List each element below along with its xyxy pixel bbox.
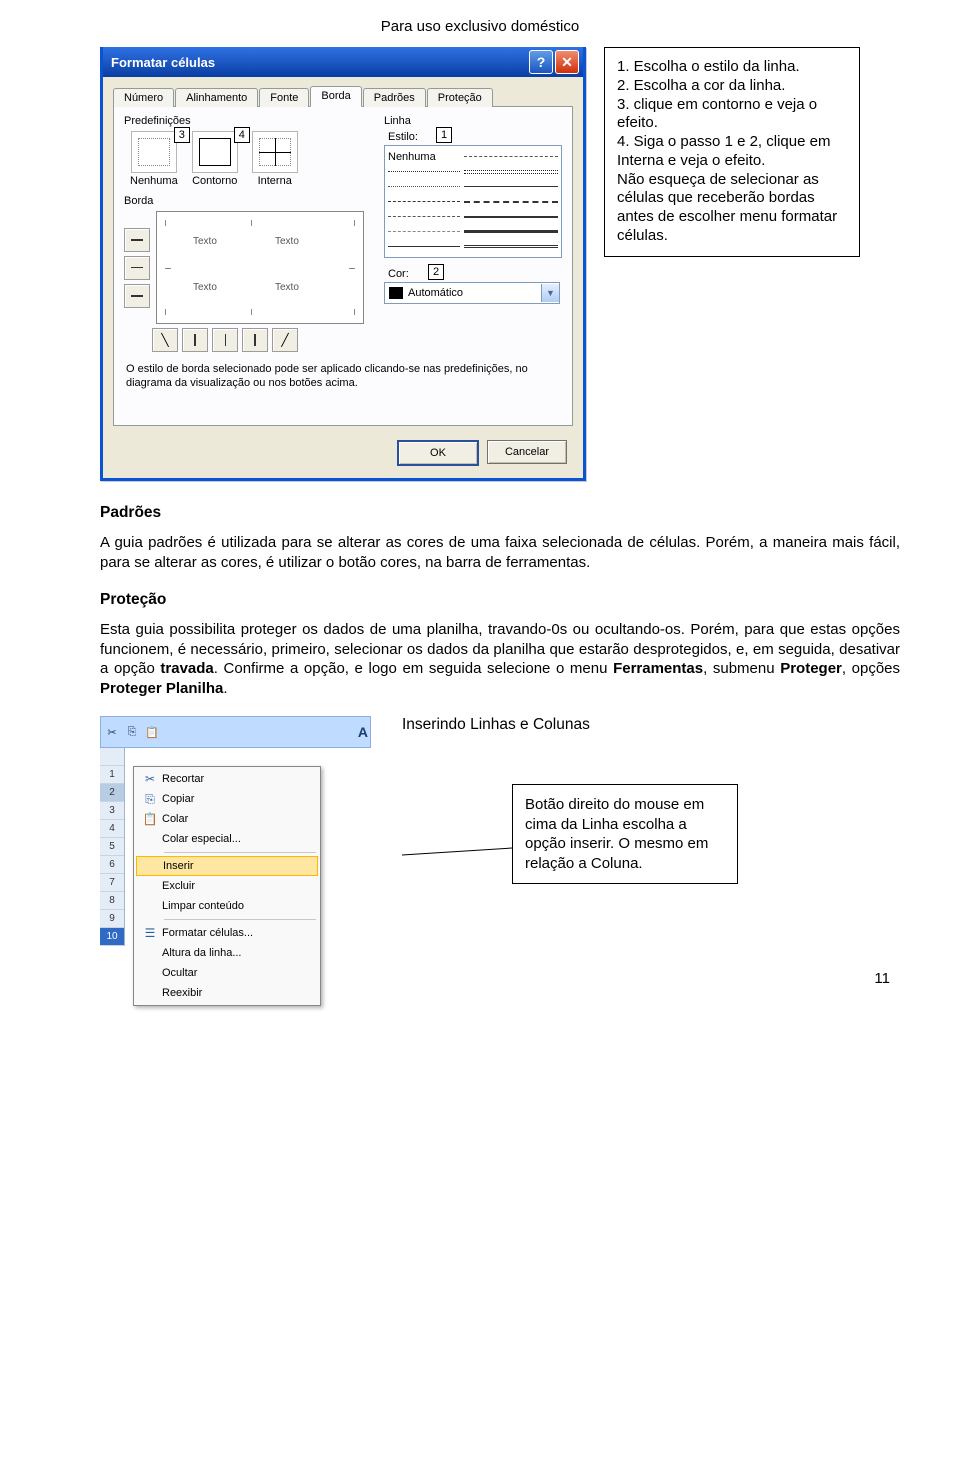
color-swatch-icon xyxy=(389,287,403,299)
instruction-line: Não esqueça de selecionar as células que… xyxy=(617,171,847,246)
pointer-line-icon xyxy=(402,740,512,880)
menu-item-recortar[interactable]: ✂Recortar xyxy=(136,769,318,789)
border-preview: Texto Texto Texto Texto xyxy=(156,211,364,324)
copy-icon[interactable]: ⎘ xyxy=(123,723,141,741)
border-diag-down-button[interactable]: ╲ xyxy=(152,328,178,352)
predef-label: Predefinições xyxy=(124,115,370,127)
borda-label: Borda xyxy=(124,195,370,207)
instruction-line: 1. Escolha o estilo da linha. xyxy=(617,58,847,77)
menu-item-colar-especial[interactable]: Colar especial... xyxy=(136,829,318,849)
preset-outline-label: Contorno xyxy=(192,175,238,187)
tab-padroes[interactable]: Padrões xyxy=(363,88,426,107)
heading-padroes: Padrões xyxy=(100,503,900,523)
cut-icon: ✂ xyxy=(138,772,162,786)
preset-none-label: Nenhuma xyxy=(130,175,178,187)
style-none-option[interactable]: Nenhuma xyxy=(388,151,460,163)
border-diag-up-button[interactable]: ╱ xyxy=(272,328,298,352)
preset-inside[interactable]: Interna 4 xyxy=(252,131,298,187)
menu-item-excluir[interactable]: Excluir xyxy=(136,876,318,896)
menu-item-copiar[interactable]: ⎘Copiar xyxy=(136,789,318,809)
linha-label: Linha xyxy=(384,115,562,127)
paragraph: Esta guia possibilita proteger os dados … xyxy=(100,620,900,698)
callout-4: 4 xyxy=(234,127,250,143)
callout-inserir: Botão direito do mouse em cima da Linha … xyxy=(512,784,738,884)
tab-borda[interactable]: Borda xyxy=(310,86,361,107)
context-menu-screenshot: ✂ ⎘ 📋 A 12345678910 ✂Recortar ⎘Copiar 📋C… xyxy=(100,716,370,946)
instruction-line: 3. clique em contorno e veja o efeito. xyxy=(617,96,847,134)
menu-item-limpar[interactable]: Limpar conteúdo xyxy=(136,896,318,916)
border-middle-h-button[interactable] xyxy=(124,256,150,280)
menu-item-colar[interactable]: 📋Colar xyxy=(136,809,318,829)
border-right-button[interactable] xyxy=(242,328,268,352)
callout-1: 1 xyxy=(436,127,452,143)
copy-icon: ⎘ xyxy=(138,792,162,807)
help-button[interactable]: ? xyxy=(529,50,553,74)
line-style-list[interactable]: Nenhuma xyxy=(384,145,562,258)
tab-protecao[interactable]: Proteção xyxy=(427,88,493,107)
chevron-down-icon: ▼ xyxy=(541,284,559,302)
border-top-button[interactable] xyxy=(124,228,150,252)
preview-cell: Texto xyxy=(193,236,217,247)
format-cells-dialog: Formatar células ? ✕ Número Alinhamento … xyxy=(100,47,586,481)
heading-inserindo: Inserindo Linhas e Colunas xyxy=(402,716,900,734)
ok-button[interactable]: OK xyxy=(397,440,479,466)
tab-fonte[interactable]: Fonte xyxy=(259,88,309,107)
estilo-label: Estilo: xyxy=(388,131,418,143)
border-middle-v-button[interactable] xyxy=(212,328,238,352)
tab-alinhamento[interactable]: Alinhamento xyxy=(175,88,258,107)
menu-item-reexibir[interactable]: Reexibir xyxy=(136,983,318,1003)
preview-cell: Texto xyxy=(193,282,217,293)
paragraph: A guia padrões é utilizada para se alter… xyxy=(100,533,900,572)
menu-item-inserir[interactable]: Inserir xyxy=(136,856,318,876)
dialog-title: Formatar células xyxy=(111,55,215,70)
tab-strip: Número Alinhamento Fonte Borda Padrões P… xyxy=(113,83,573,107)
callout-2: 2 xyxy=(428,264,444,280)
tab-numero[interactable]: Número xyxy=(113,88,174,107)
dialog-titlebar: Formatar células ? ✕ xyxy=(103,47,583,77)
heading-protecao: Proteção xyxy=(100,590,900,610)
menu-item-formatar-celulas[interactable]: ☰Formatar células... xyxy=(136,923,318,943)
paste-icon[interactable]: 📋 xyxy=(143,723,161,741)
instruction-line: 2. Escolha a cor da linha. xyxy=(617,77,847,96)
cancel-button[interactable]: Cancelar xyxy=(487,440,567,464)
instructions-box: 1. Escolha o estilo da linha. 2. Escolha… xyxy=(604,47,860,257)
preview-cell: Texto xyxy=(275,236,299,247)
row-headers: 12345678910 xyxy=(100,748,125,946)
preview-cell: Texto xyxy=(275,282,299,293)
cells-icon: ☰ xyxy=(138,926,162,940)
preset-inside-label: Interna xyxy=(252,175,298,187)
border-bottom-button[interactable] xyxy=(124,284,150,308)
preset-outline[interactable]: Contorno 3 xyxy=(192,131,238,187)
callout-3: 3 xyxy=(174,127,190,143)
page-header: Para uso exclusivo doméstico xyxy=(60,0,900,47)
color-dropdown[interactable]: Automático ▼ xyxy=(384,282,560,304)
cor-label: Cor: xyxy=(388,268,409,280)
menu-item-ocultar[interactable]: Ocultar xyxy=(136,963,318,983)
close-button[interactable]: ✕ xyxy=(555,50,579,74)
cut-icon[interactable]: ✂ xyxy=(103,723,121,741)
context-menu: ✂Recortar ⎘Copiar 📋Colar Colar especial.… xyxy=(133,766,321,1006)
paste-icon: 📋 xyxy=(138,812,162,826)
dialog-hint: O estilo de borda selecionado pode ser a… xyxy=(126,362,560,391)
menu-item-altura-linha[interactable]: Altura da linha... xyxy=(136,943,318,963)
preset-none[interactable]: Nenhuma xyxy=(130,131,178,187)
color-value: Automático xyxy=(408,287,463,299)
instruction-line: 4. Siga o passo 1 e 2, clique em Interna… xyxy=(617,133,847,171)
border-left-button[interactable] xyxy=(182,328,208,352)
